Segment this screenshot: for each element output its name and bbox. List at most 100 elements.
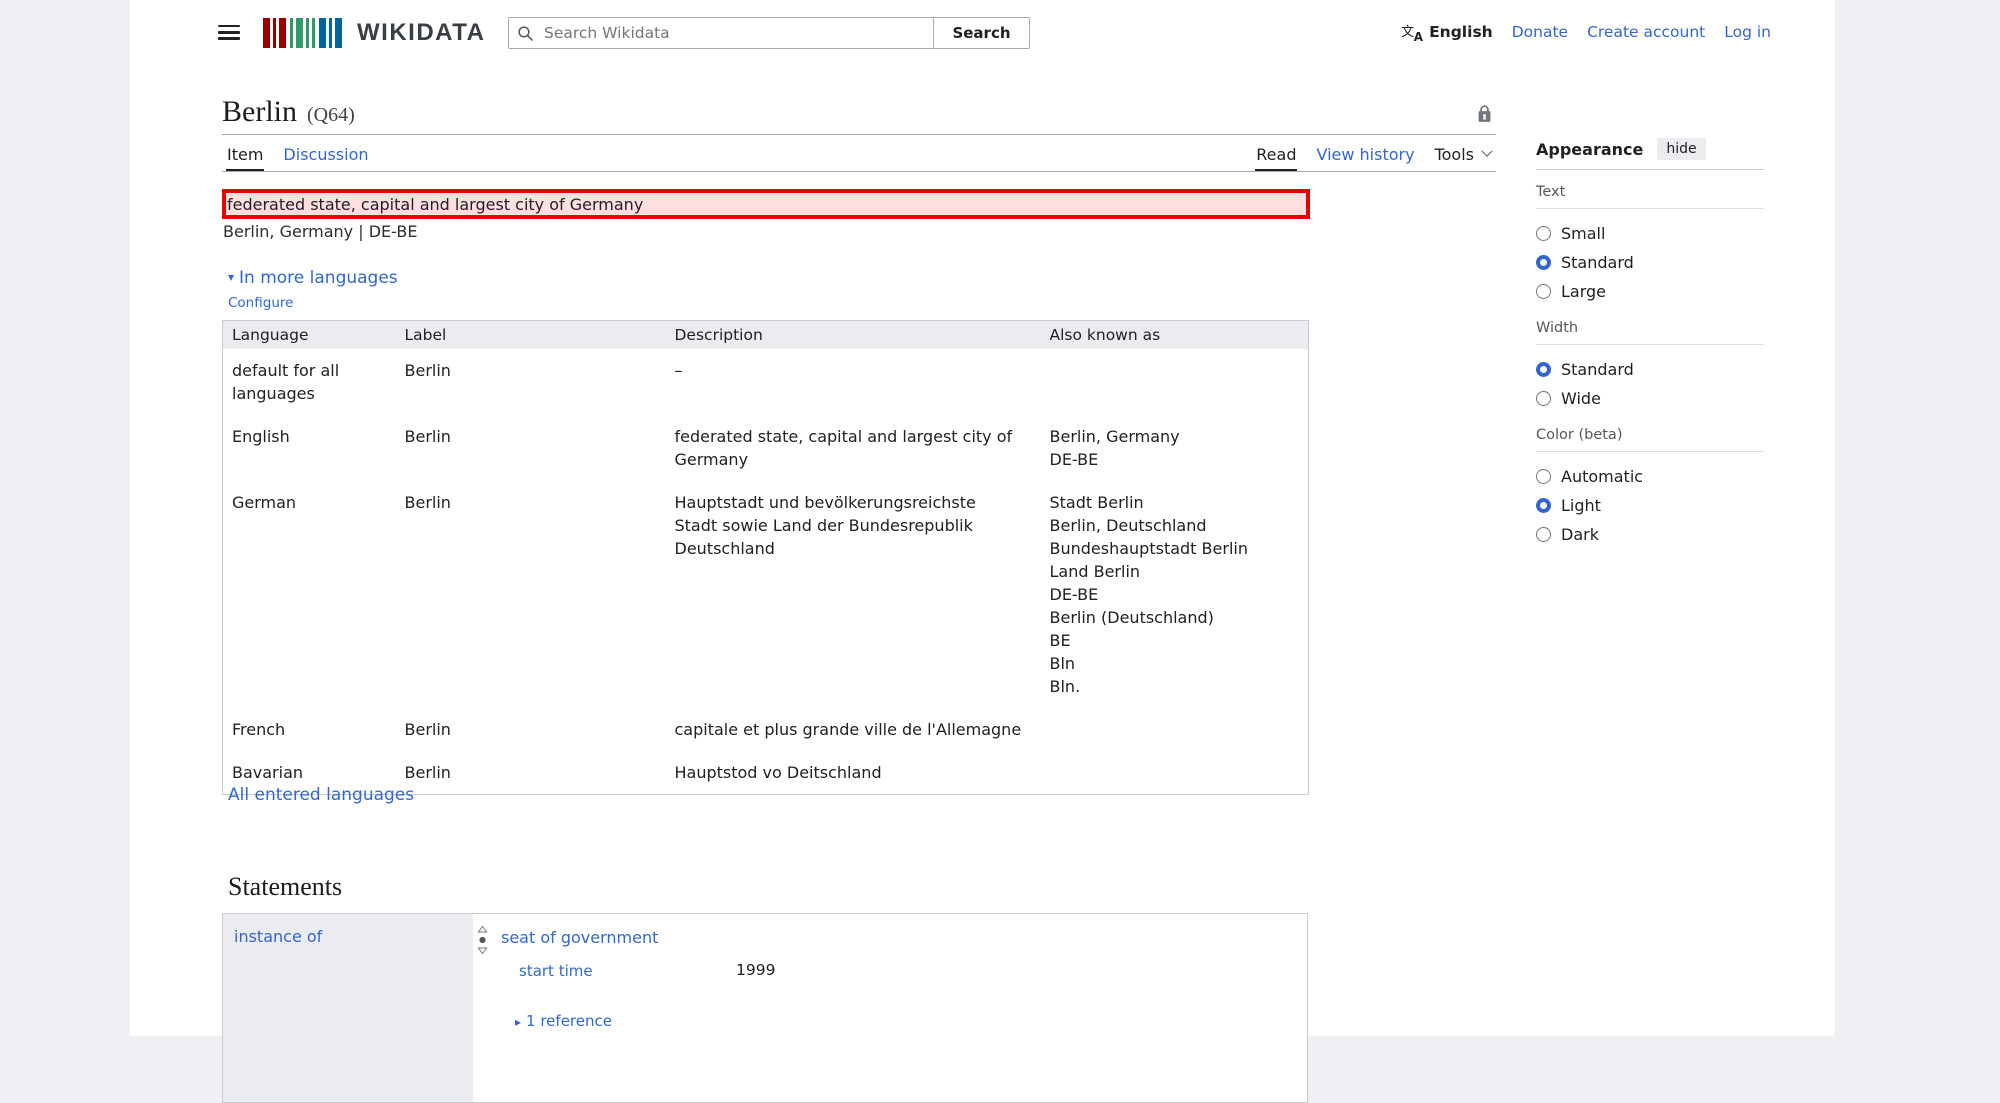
property-link-instance-of[interactable]: instance of [234, 927, 322, 946]
cell-aliases: Stadt Berlin Berlin, Deutschland Bundesh… [1041, 481, 1309, 708]
column-header-also-known-as: Also known as [1041, 321, 1309, 349]
tab-discussion[interactable]: Discussion [282, 139, 369, 171]
alias: Bln [1050, 652, 1300, 675]
radio-icon[interactable] [1536, 527, 1551, 542]
cell-aliases [1041, 349, 1309, 415]
radio-option-text-standard[interactable]: Standard [1536, 248, 1764, 277]
rank-selector-icon [477, 925, 488, 959]
appearance-section-color: Color (beta) [1536, 427, 1764, 452]
cell-description: federated state, capital and largest cit… [666, 415, 1041, 481]
radio-icon[interactable] [1536, 391, 1551, 406]
qualifier-link-start-time[interactable]: start time [519, 962, 593, 980]
references-toggle[interactable]: ▸1 reference [515, 1012, 612, 1030]
main-menu-hamburger-icon[interactable] [218, 25, 240, 41]
cell-label: Berlin [396, 415, 666, 481]
search-button[interactable]: Search [933, 17, 1030, 49]
radio-option-color-dark[interactable]: Dark [1536, 520, 1764, 549]
table-row: English Berlin federated state, capital … [223, 415, 1309, 481]
site-header: WIKIDATA Search 文 A English Donate Creat… [130, 0, 1835, 64]
alias: Berlin, Deutschland [1050, 514, 1300, 537]
entity-description: federated state, capital and largest cit… [226, 195, 643, 214]
chevron-down-icon [1481, 146, 1492, 157]
cell-description: Hauptstod vo Deitschland [666, 751, 1041, 795]
donate-link[interactable]: Donate [1512, 23, 1568, 41]
cell-language: English [223, 415, 396, 481]
page-tabs: Item Discussion Read View history Tools [222, 139, 1496, 172]
header-user-links: 文 A English Donate Create account Log in [1401, 0, 1771, 64]
in-more-languages-toggle[interactable]: ▾In more languages [228, 268, 398, 288]
table-row: German Berlin Hauptstadt und bevölkerung… [223, 481, 1309, 708]
tab-read[interactable]: Read [1255, 139, 1297, 171]
value-link-seat-of-government[interactable]: seat of government [501, 928, 658, 947]
collapse-triangle-icon: ▾ [228, 270, 234, 284]
radio-icon[interactable] [1536, 226, 1551, 241]
wikidata-barcode-icon [263, 18, 342, 48]
radio-icon[interactable] [1536, 469, 1551, 484]
view-tabs: Read View history Tools [1251, 139, 1496, 171]
entity-label: Berlin [222, 95, 297, 128]
cell-aliases [1041, 751, 1309, 795]
language-selector[interactable]: 文 A English [1401, 23, 1493, 41]
all-entered-languages-link[interactable]: All entered languages [228, 785, 414, 805]
protection-lock-icon [1475, 104, 1494, 127]
column-header-description: Description [666, 321, 1041, 349]
configure-link[interactable]: Configure [228, 295, 293, 311]
radio-option-color-automatic[interactable]: Automatic [1536, 462, 1764, 491]
radio-option-width-wide[interactable]: Wide [1536, 384, 1764, 413]
alias: DE-BE [1050, 448, 1300, 471]
log-in-link[interactable]: Log in [1724, 23, 1771, 41]
appearance-title: Appearance [1536, 140, 1643, 159]
entity-title-row: Berlin(Q64) [222, 94, 1496, 135]
wikidata-logo-text: WIKIDATA [357, 19, 485, 47]
cell-aliases [1041, 708, 1309, 751]
language-selector-label: English [1429, 23, 1493, 41]
tab-tools[interactable]: Tools [1434, 139, 1492, 171]
alias: Stadt Berlin [1050, 491, 1300, 514]
cell-language: French [223, 708, 396, 751]
create-account-link[interactable]: Create account [1587, 23, 1705, 41]
column-header-language: Language [223, 321, 396, 349]
page-title: Berlin(Q64) [222, 94, 1496, 133]
tab-view-history[interactable]: View history [1315, 139, 1415, 171]
alias: Bundeshauptstadt Berlin [1050, 537, 1300, 560]
cell-label: Berlin [396, 349, 666, 415]
reference-arrow-icon: ▸ [515, 1015, 521, 1029]
cell-description: capitale et plus grande ville de l'Allem… [666, 708, 1041, 751]
statements-heading: Statements [228, 872, 342, 902]
search-input[interactable] [542, 23, 925, 43]
text-size-options: Small Standard Large [1536, 219, 1764, 306]
color-options: Automatic Light Dark [1536, 462, 1764, 549]
radio-icon[interactable] [1536, 362, 1551, 377]
radio-icon[interactable] [1536, 498, 1551, 513]
appearance-panel: Appearance hide Text Small Standard Larg… [1536, 138, 1764, 549]
radio-option-width-standard[interactable]: Standard [1536, 355, 1764, 384]
cell-description: Hauptstadt und bevölkerungsreichste Stad… [666, 481, 1041, 708]
qualifier-value: 1999 [736, 961, 775, 979]
appearance-hide-button[interactable]: hide [1657, 138, 1705, 160]
radio-option-text-small[interactable]: Small [1536, 219, 1764, 248]
radio-option-text-large[interactable]: Large [1536, 277, 1764, 306]
appearance-section-text: Text [1536, 184, 1764, 209]
namespace-tabs: Item Discussion [222, 139, 374, 171]
search-input-wrap[interactable] [508, 17, 934, 49]
cell-aliases: Berlin, Germany DE-BE [1041, 415, 1309, 481]
alias: Berlin, Germany [1050, 425, 1300, 448]
tab-item[interactable]: Item [226, 139, 264, 171]
radio-option-color-light[interactable]: Light [1536, 491, 1764, 520]
statement-property-cell: instance of [223, 914, 473, 1102]
statement-group: instance of seat of government start tim… [222, 913, 1308, 1103]
cell-description: – [666, 349, 1041, 415]
alias: Berlin (Deutschland) [1050, 606, 1300, 629]
radio-icon[interactable] [1536, 255, 1551, 270]
radio-icon[interactable] [1536, 284, 1551, 299]
table-row: French Berlin capitale et plus grande vi… [223, 708, 1309, 751]
search-box: Search [508, 17, 1030, 49]
alias: Bln. [1050, 675, 1300, 698]
column-header-label: Label [396, 321, 666, 349]
alias: DE-BE [1050, 583, 1300, 606]
wikidata-logo[interactable]: WIKIDATA [263, 17, 485, 49]
table-header-row: Language Label Description Also known as [223, 321, 1309, 349]
cell-language: German [223, 481, 396, 708]
cell-label: Berlin [396, 481, 666, 708]
appearance-section-width: Width [1536, 320, 1764, 345]
